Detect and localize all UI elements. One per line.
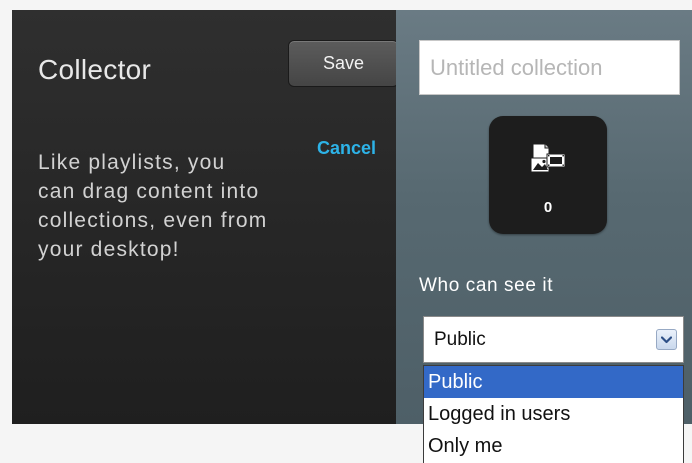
cancel-link[interactable]: Cancel — [317, 138, 376, 159]
save-button[interactable]: Save — [288, 40, 399, 87]
panel-description: Like playlists, you can drag content int… — [38, 151, 268, 261]
panel-title: Collector — [38, 54, 152, 85]
visibility-dropdown-list: Public Logged in users Only me — [423, 365, 684, 463]
visibility-selected-value: Public — [434, 329, 486, 350]
collection-settings-panel: 0 Who can see it Public Public Logged in… — [396, 10, 692, 463]
collector-dialog: Collector Save Cancel Like playlists, yo… — [0, 0, 692, 463]
collection-name-input[interactable] — [419, 40, 680, 95]
visibility-select[interactable]: Public — [423, 316, 684, 363]
media-collection-icon — [530, 143, 566, 173]
visibility-label: Who can see it — [419, 275, 554, 296]
dropdown-option-only-me[interactable]: Only me — [424, 430, 683, 462]
dropdown-option-logged-in-users[interactable]: Logged in users — [424, 398, 683, 430]
collection-item-count: 0 — [543, 199, 553, 216]
collection-media-tile[interactable]: 0 — [489, 116, 607, 234]
collector-info-panel: Collector Save Cancel Like playlists, yo… — [12, 10, 399, 424]
chevron-down-icon[interactable] — [656, 329, 677, 350]
dropdown-option-public[interactable]: Public — [424, 366, 683, 398]
